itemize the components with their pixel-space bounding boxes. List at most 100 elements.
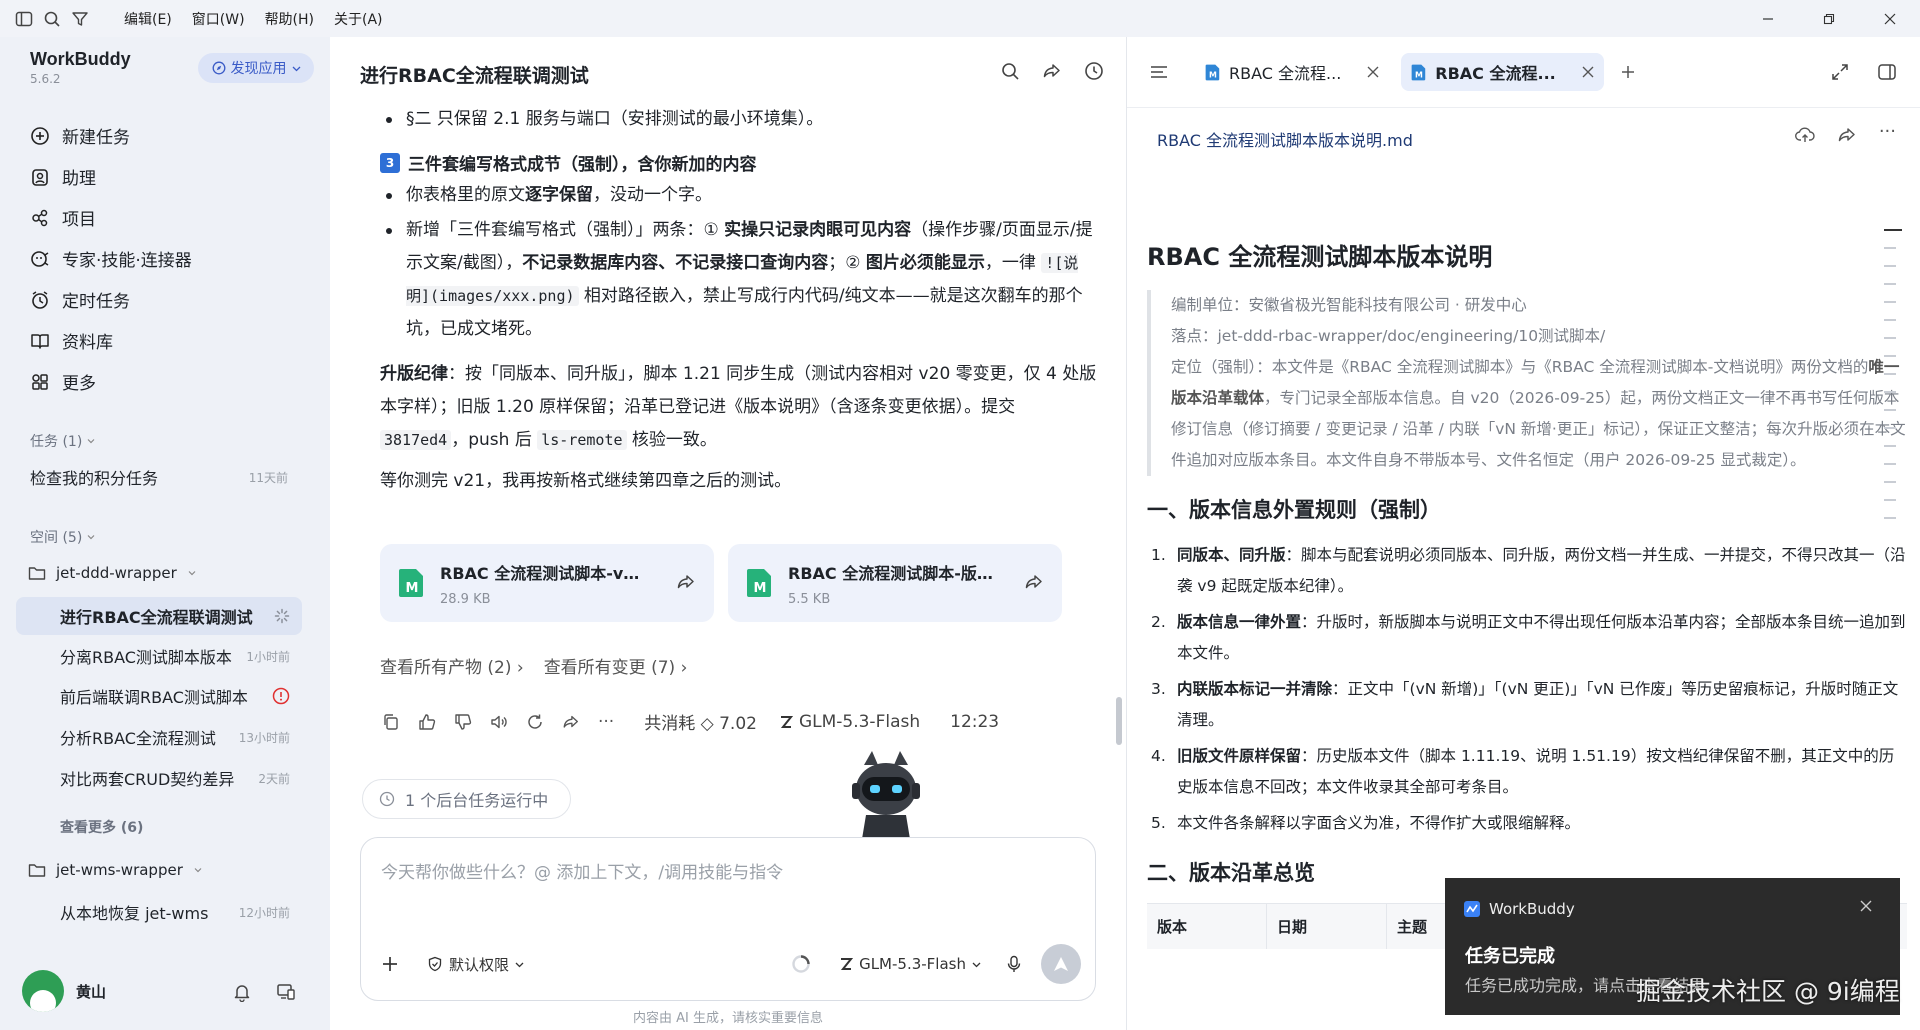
nav-new-task[interactable]: 新建任务	[20, 115, 310, 156]
conversation-item[interactable]: 对比两套CRUD契约差异 2天前	[16, 759, 302, 797]
spaces-title: 空间 (5)	[30, 530, 83, 546]
bold-text: 内联版本标记一并清除	[1177, 680, 1333, 698]
conversation-item[interactable]: 分离RBAC测试脚本版本 1小时前	[16, 637, 302, 675]
chevron-down-icon	[194, 868, 202, 873]
more-icon[interactable]: ···	[598, 712, 614, 732]
conversation-label: 进行RBAC全流程联调测试	[60, 608, 253, 627]
link-label: 查看所有产物 (2)	[380, 658, 512, 678]
regenerate-icon[interactable]	[526, 713, 544, 731]
conversation-item[interactable]: 分析RBAC全流程测试 13小时前	[16, 718, 302, 756]
outline-toggle-icon[interactable]	[1149, 62, 1169, 82]
model-select-label: GLM-5.3-Flash	[859, 955, 966, 973]
svg-text:M: M	[1415, 70, 1423, 79]
chat-input-placeholder[interactable]: 今天帮你做些什么？@ 添加上下文，/调用技能与指令	[381, 858, 783, 883]
nav-more[interactable]: 更多	[20, 361, 310, 402]
share-icon[interactable]	[562, 713, 580, 731]
share-icon[interactable]	[1837, 125, 1857, 145]
inline-code: ls-remote	[537, 430, 627, 450]
tab-label: RBAC 全流程...	[1229, 64, 1342, 83]
title-bar: 编辑(E) 窗口(W) 帮助(H) 关于(A)	[0, 0, 1920, 37]
list-item: 3. 内联版本标记一并清除：正文中「(vN 新增)」「(vN 更正)」「vN 已作…	[1147, 674, 1907, 736]
menu-about[interactable]: 关于(A)	[324, 9, 393, 29]
send-arrow-icon	[1054, 957, 1068, 971]
menu-help[interactable]: 帮助(H)	[255, 9, 324, 29]
conversation-item[interactable]: 从本地恢复 jet-wms 12小时前	[16, 893, 302, 931]
list-item: 5. 本文件各条解释以字面含义为准，不得作扩大或限缩解释。	[1147, 808, 1907, 839]
send-button[interactable]	[1041, 944, 1081, 984]
space-label: jet-wms-wrapper	[56, 861, 183, 879]
svg-text:M: M	[1209, 70, 1217, 79]
copy-icon[interactable]	[382, 713, 400, 731]
expand-icon[interactable]	[1831, 63, 1849, 81]
minimize-button[interactable]	[1737, 0, 1798, 37]
tab-doc-1[interactable]: M RBAC 全流程...	[1195, 53, 1389, 91]
history-icon[interactable]	[1084, 61, 1104, 81]
user-profile[interactable]: 黄山	[22, 970, 106, 1012]
model-selector[interactable]: GLM-5.3-Flash	[791, 954, 981, 974]
bold-text: 同版本、同升版	[1177, 546, 1286, 564]
document-outline-minimap[interactable]	[1884, 229, 1902, 535]
filter-icon[interactable]	[66, 5, 94, 33]
plus-circle-icon	[31, 126, 49, 145]
permission-dropdown[interactable]: 默认权限	[427, 954, 524, 975]
markdown-file-icon: M	[1205, 64, 1220, 80]
file-card[interactable]: M RBAC 全流程测试脚本-版本说明.md 5.5 KB	[728, 544, 1062, 622]
file-card[interactable]: M RBAC 全流程测试脚本-v21.md 28.9 KB	[380, 544, 714, 622]
tab-doc-2[interactable]: M RBAC 全流程...	[1401, 53, 1604, 91]
tasks-section-header[interactable]: 任务 (1)	[30, 431, 96, 451]
panel-toggle-icon[interactable]	[1877, 62, 1897, 82]
search-icon[interactable]	[38, 5, 66, 33]
background-task-pill[interactable]: 1 个后台任务运行中	[362, 779, 572, 819]
nav-assistant[interactable]: 助理	[20, 156, 310, 197]
upload-cloud-icon[interactable]	[1794, 125, 1815, 145]
thumbs-up-icon[interactable]	[418, 713, 436, 731]
space-jet-wms-wrapper[interactable]: jet-wms-wrapper	[28, 861, 203, 879]
nav-project[interactable]: 项目	[20, 197, 310, 238]
chat-scrollbar[interactable]	[1116, 697, 1122, 745]
sidebar-toggle-icon[interactable]	[10, 5, 38, 33]
document-content: RBAC 全流程测试脚本版本说明 编制单位：安徽省极光智能科技有限公司 · 研发…	[1147, 237, 1907, 949]
section-heading: 一、版本信息外置规则（强制）	[1147, 498, 1441, 522]
menu-edit[interactable]: 编辑(E)	[114, 9, 182, 29]
speaker-icon[interactable]	[490, 713, 508, 731]
conversation-item[interactable]: 前后端联调RBAC测试脚本	[16, 677, 302, 715]
space-jet-ddd-wrapper[interactable]: jet-ddd-wrapper	[28, 564, 197, 582]
task-item[interactable]: 检查我的积分任务 11天前	[30, 465, 288, 489]
share-icon[interactable]	[676, 572, 696, 592]
file-name: RBAC 全流程测试脚本-v21.md	[440, 564, 650, 583]
discover-apps-button[interactable]: 发现应用	[198, 53, 314, 83]
nav-experts[interactable]: 专家·技能·连接器	[20, 238, 310, 279]
file-size: 5.5 KB	[788, 592, 831, 607]
chat-input-box[interactable]: 今天帮你做些什么？@ 添加上下文，/调用技能与指令 默认权限 GLM-5.3-F…	[360, 837, 1096, 1001]
view-artifacts-link[interactable]: 查看所有产物 (2) ›	[380, 653, 524, 678]
thumbs-down-icon[interactable]	[454, 713, 472, 731]
menu-window[interactable]: 窗口(W)	[182, 9, 255, 29]
text: ：按「同版本、同升版」，脚本 1.21 同步生成（测试内容相对 v20 零变更，…	[380, 364, 1097, 417]
share-icon[interactable]	[1042, 61, 1062, 81]
nav-scheduled[interactable]: 定时任务	[20, 279, 310, 320]
clock-icon	[379, 791, 395, 807]
conversation-item[interactable]: 进行RBAC全流程联调测试	[16, 597, 302, 635]
devices-icon[interactable]	[276, 982, 296, 1002]
doc-tab-bar: M RBAC 全流程... M RBAC 全流程...	[1127, 37, 1920, 108]
text: ：脚本与配套说明必须同版本、同升版，两份文档一并生成、一并提交，不得只改其一（沿…	[1177, 546, 1906, 595]
add-icon[interactable]	[381, 955, 399, 973]
restore-button[interactable]	[1798, 0, 1859, 37]
section-heading: 3 三件套编写格式成节（强制），含你新加的内容	[380, 150, 1100, 175]
new-tab-icon[interactable]	[1620, 64, 1636, 80]
microphone-icon[interactable]	[1005, 955, 1023, 973]
close-window-button[interactable]	[1859, 0, 1920, 37]
close-icon[interactable]	[1860, 900, 1872, 912]
more-icon[interactable]: ···	[1879, 123, 1896, 145]
close-icon[interactable]	[1582, 66, 1594, 78]
see-more-link[interactable]: 查看更多 (6)	[60, 817, 143, 837]
search-icon[interactable]	[1000, 61, 1020, 81]
share-icon[interactable]	[1024, 572, 1044, 592]
spaces-section-header[interactable]: 空间 (5)	[30, 527, 96, 547]
item-number: 3.	[1151, 680, 1166, 698]
bell-icon[interactable]	[232, 982, 252, 1002]
view-changes-link[interactable]: 查看所有变更 (7) ›	[544, 653, 688, 678]
close-icon[interactable]	[1367, 66, 1379, 78]
nav-library[interactable]: 资料库	[20, 320, 310, 361]
text: 新增「三件套编写格式（强制）」两条：①	[406, 220, 725, 240]
